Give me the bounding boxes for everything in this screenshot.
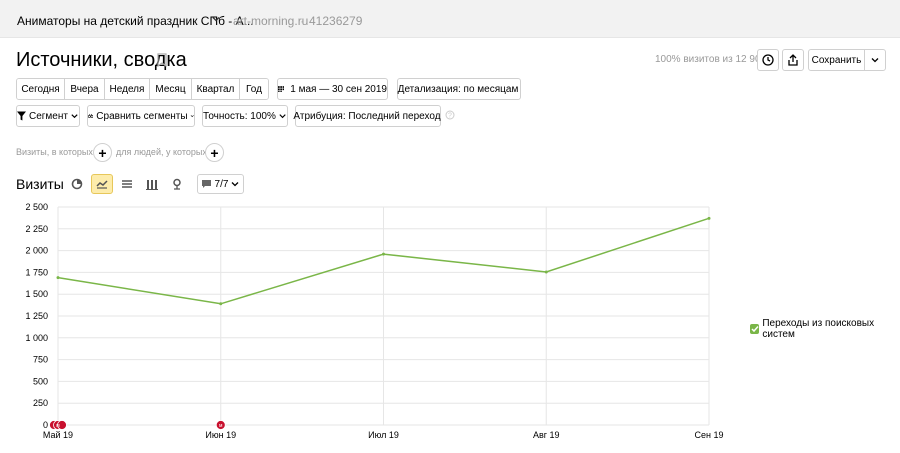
map-pin-icon [173, 178, 181, 190]
period-month[interactable]: Месяц [150, 79, 192, 99]
stacked-area-icon [122, 180, 132, 188]
history-button[interactable] [757, 49, 779, 71]
annotation-label: м [219, 423, 223, 429]
counter-id: 41236279 [309, 14, 363, 28]
chart-type-line[interactable] [91, 174, 113, 194]
add-people-condition-button[interactable]: + [205, 143, 224, 162]
detail-dropdown[interactable]: Детализация: по месяцам [397, 78, 521, 100]
y-tick-label: 2 000 [25, 246, 48, 256]
filter-icon [17, 111, 26, 121]
chart-legend: Переходы из поисковых систем [750, 318, 900, 340]
x-tick-label: Май 19 [43, 430, 73, 440]
export-button[interactable] [782, 49, 804, 71]
chart-type-map[interactable] [166, 174, 188, 194]
y-tick-label: 1 000 [25, 333, 48, 343]
compare-segments-dropdown[interactable]: Сравнить сегменты [87, 105, 195, 127]
compare-label: Сравнить сегменты [96, 110, 188, 122]
chevron-down-icon [871, 58, 879, 63]
legend-label: Переходы из поисковых систем [762, 318, 875, 340]
y-tick-label: 2 500 [25, 202, 48, 212]
visits-info: 100% визитов из 12 903 [655, 54, 767, 65]
chevron-down-icon [279, 114, 286, 119]
data-point [707, 216, 711, 220]
period-year[interactable]: Год [240, 79, 268, 99]
x-tick-label: Авг 19 [533, 430, 560, 440]
x-tick-label: Сен 19 [695, 430, 724, 440]
save-options-button[interactable] [864, 49, 886, 71]
line-chart: 0 250 500 750 1 000 1 250 1 500 1 750 2 000 2 250… [25, 202, 724, 440]
data-point [544, 270, 548, 274]
chart-type-area[interactable] [116, 174, 138, 194]
chart-type-bar[interactable] [141, 174, 163, 194]
calendar-icon [278, 86, 285, 92]
legend-checkbox[interactable] [750, 324, 760, 334]
attribution-label: Атрибуция: Последний переход [293, 110, 441, 122]
series-count: 7/7 [214, 178, 229, 190]
bookmark-icon[interactable] [157, 53, 167, 67]
y-tick-label: 0 [43, 420, 48, 430]
accuracy-dropdown[interactable]: Точность: 100% [202, 105, 288, 127]
visits-condition-label: Визиты, в которых [16, 147, 93, 157]
period-week[interactable]: Неделя [105, 79, 150, 99]
comment-icon [201, 180, 211, 188]
chart-type-pie[interactable] [66, 174, 88, 194]
info-icon[interactable]: ? [445, 110, 455, 120]
add-visit-condition-button[interactable]: + [93, 143, 112, 162]
line-chart-icon [96, 180, 108, 189]
accuracy-label: Точность: 100% [203, 110, 276, 122]
segment-dropdown[interactable]: Сегмент [16, 105, 80, 127]
y-tick-label: 500 [33, 376, 48, 386]
clock-icon [762, 54, 774, 66]
x-tick-label: Июл 19 [368, 430, 399, 440]
y-tick-label: 1 250 [25, 311, 48, 321]
chevron-down-icon [71, 114, 78, 119]
plus-icon: + [210, 144, 219, 161]
chevron-down-icon [231, 182, 239, 187]
checkmark-icon [751, 326, 759, 333]
separator: · [300, 14, 304, 28]
pie-chart-icon [71, 178, 83, 190]
detail-label: Детализация: по месяцам [397, 83, 519, 95]
save-button[interactable]: Сохранить [808, 49, 865, 71]
people-condition-label: для людей, у которых [116, 147, 207, 157]
date-range-label: 1 мая — 30 сен 2019 [290, 83, 387, 95]
top-bar: Аниматоры на детский праздник СПб - А...… [0, 0, 900, 38]
bar-chart-icon [146, 180, 158, 190]
series-selector[interactable]: 7/7 [197, 174, 244, 194]
period-quarter[interactable]: Квартал [192, 79, 240, 99]
period-today[interactable]: Сегодня [17, 79, 65, 99]
svg-text:?: ? [448, 113, 452, 120]
plus-icon: + [98, 144, 107, 161]
chevron-down-icon[interactable] [211, 14, 221, 24]
segment-label: Сегмент [29, 110, 68, 122]
y-tick-label: 250 [33, 398, 48, 408]
annotation-label: м [56, 423, 60, 429]
chevron-down-icon [190, 115, 194, 118]
data-point [382, 252, 385, 256]
share-icon [788, 54, 798, 66]
compare-icon [88, 113, 94, 118]
attribution-dropdown[interactable]: Атрибуция: Последний переход [293, 105, 441, 127]
y-tick-label: 1 750 [25, 267, 48, 277]
chart-title: Визиты [16, 176, 64, 192]
data-point [56, 276, 60, 280]
data-point [219, 302, 223, 306]
date-range-picker[interactable]: 1 мая — 30 сен 2019 [277, 78, 388, 100]
period-selector: Сегодня Вчера Неделя Месяц Квартал Год [16, 78, 269, 100]
x-tick-label: Июн 19 [205, 430, 236, 440]
site-domain: art-morning.ru [233, 14, 309, 28]
y-tick-label: 750 [33, 355, 48, 365]
period-yesterday[interactable]: Вчера [65, 79, 105, 99]
y-tick-label: 2 250 [25, 224, 48, 234]
y-tick-label: 1 500 [25, 289, 48, 299]
